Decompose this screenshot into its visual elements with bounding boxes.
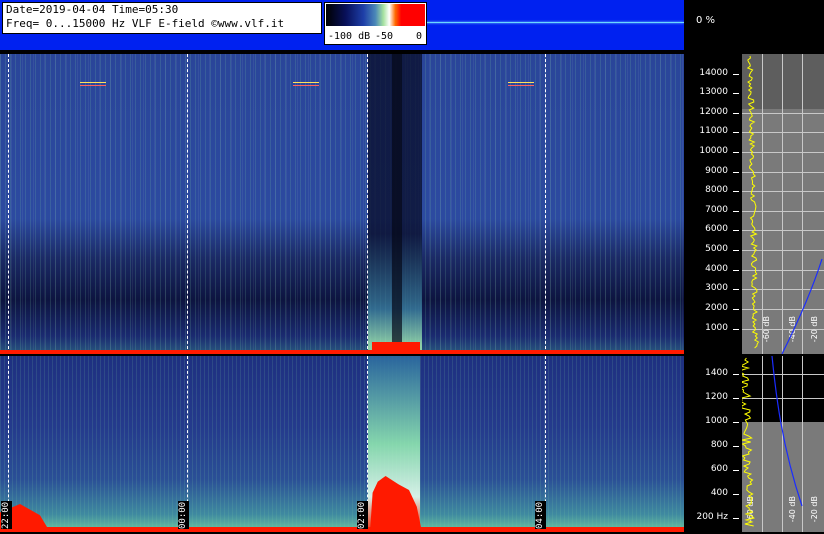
axis-tick-label: 400: [710, 487, 728, 498]
frequency-line: Freq= 0...15000 Hz VLF E-field ©www.vlf.…: [6, 17, 285, 30]
date-time-line: Date=2019-04-04 Time=05:30: [6, 3, 179, 16]
hour-line: [545, 54, 546, 354]
axis-tick-label: 8000: [705, 185, 728, 196]
colorbar-gradient: [326, 4, 425, 26]
carrier-mark: [508, 82, 534, 83]
profile-plot-bottom: [742, 356, 803, 527]
time-label: 04:00: [535, 501, 546, 529]
axis-tick-label: 800: [710, 439, 728, 450]
hour-line: [367, 54, 368, 354]
axis-tick-label: 1000: [705, 415, 728, 426]
frequency-axis-bottom: 1400 1200 1000 800 600 400 200 Hz: [684, 356, 742, 532]
axis-tick-label: 7000: [705, 204, 728, 215]
axis-tick-mark: [733, 191, 739, 193]
axis-tick-label: 4000: [705, 263, 728, 274]
frequency-axis-top: 14000 13000 12000 11000 10000 9000 8000 7000 600…: [684, 54, 742, 354]
reference-curve: [781, 258, 823, 354]
axis-tick-label: 14000: [699, 67, 728, 78]
axis-tick-mark: [733, 289, 739, 291]
spectrogram-top: [0, 54, 684, 354]
low-frequency-floor: [0, 527, 684, 532]
time-label: 02:00: [357, 501, 368, 529]
reference-curve: [771, 356, 803, 507]
axis-tick-mark: [733, 171, 739, 173]
axis-tick-mark: [733, 421, 739, 423]
profile-plot-top: [746, 55, 823, 354]
axis-tick-label: 1000: [705, 322, 728, 333]
axis-tick-mark: [733, 93, 739, 95]
axis-tick-mark: [733, 210, 739, 212]
axis-tick-label: 11000: [699, 126, 728, 137]
axis-tick-mark: [733, 269, 739, 271]
axis-tick-mark: [733, 445, 739, 447]
spectrogram-bottom: 22:00 00:00 02:00 04:00: [0, 356, 684, 532]
colorbar-label-max: 0: [416, 31, 423, 42]
carrier-mark: [508, 85, 534, 86]
axis-tick-label: 1200: [705, 391, 728, 402]
burst-floor: [372, 342, 420, 354]
axis-tick-mark: [733, 230, 739, 232]
axis-tick-mark: [733, 397, 739, 399]
axis-tick-mark: [733, 328, 739, 330]
axis-tick-mark: [733, 152, 739, 154]
axis-tick-label: 600: [710, 463, 728, 474]
axis-tick-mark: [733, 73, 739, 75]
carrier-mark: [80, 85, 106, 86]
axis-tick-mark: [733, 517, 739, 519]
axis-tick-label: 10000: [699, 146, 728, 157]
axis-tick-label: 12000: [699, 106, 728, 117]
carrier-mark: [293, 82, 319, 83]
axis-tick-mark: [733, 112, 739, 114]
axis-tick-label: 3000: [705, 283, 728, 294]
hour-line: [8, 54, 9, 354]
axis-tick-label: 200 Hz: [696, 511, 728, 522]
axis-tick-mark: [733, 493, 739, 495]
axis-tick-label: 2000: [705, 302, 728, 313]
colorbar-label-min: -100 dB: [328, 31, 371, 42]
axis-tick-mark: [733, 308, 739, 310]
colorbar-label-mid: -50: [375, 31, 394, 42]
axis-tick-mark: [733, 469, 739, 471]
axis-tick-mark: [733, 250, 739, 252]
low-frequency-floor: [0, 350, 684, 354]
dark-band: [392, 54, 402, 354]
spectrum-profile-top: -60 dB -40 dB -20 dB: [742, 54, 824, 354]
profile-trace: [742, 357, 755, 527]
level-percent: 0 %: [696, 15, 716, 26]
axis-tick-label: 5000: [705, 244, 728, 255]
axis-tick-label: 6000: [705, 224, 728, 235]
time-label: 00:00: [178, 501, 189, 529]
axis-tick-mark: [733, 132, 739, 134]
colorbar: -100 dB -50 0: [324, 2, 427, 45]
axis-tick-label: 9000: [705, 165, 728, 176]
hour-line: [187, 54, 188, 354]
axis-tick-label: 1400: [705, 367, 728, 378]
carrier-mark: [293, 85, 319, 86]
info-box: Date=2019-04-04 Time=05:30 Freq= 0...150…: [2, 2, 322, 34]
spectrum-profile-bottom: -60 dB -40 dB -20 dB: [742, 356, 824, 532]
axis-tick-label: 13000: [699, 87, 728, 98]
profile-trace: [746, 55, 760, 349]
waveform-trace: [424, 22, 684, 23]
carrier-mark: [80, 82, 106, 83]
time-label: 22:00: [1, 501, 12, 529]
axis-tick-mark: [733, 373, 739, 375]
